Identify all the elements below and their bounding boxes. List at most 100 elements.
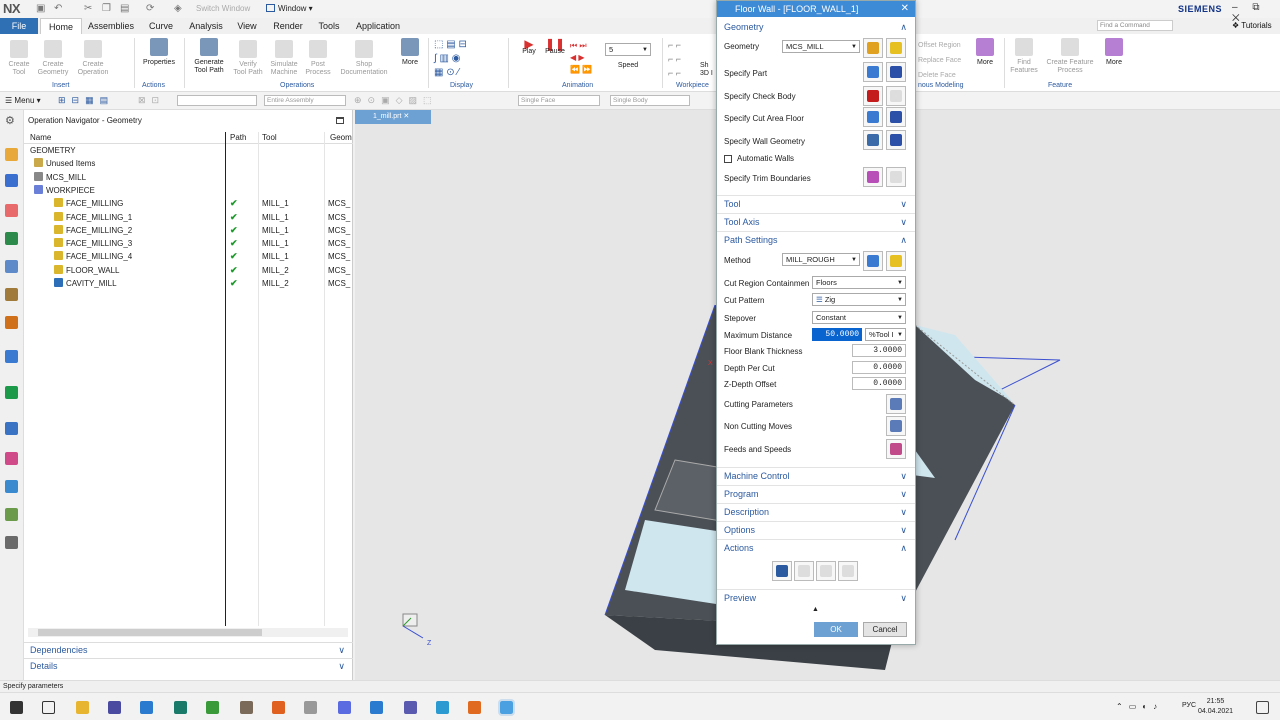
select-trim-button[interactable] (863, 167, 883, 187)
notifications-icon[interactable] (1256, 701, 1269, 714)
roles-icon[interactable] (5, 536, 18, 549)
scrollbar-thumb[interactable] (38, 629, 262, 636)
assembly-navigator-icon[interactable] (5, 174, 18, 187)
task-view-icon[interactable] (42, 701, 55, 714)
play-button[interactable]: ▶ Play (516, 38, 542, 56)
dialog-title-bar[interactable]: Floor Wall - [FLOOR_WALL_1] ✕ (717, 1, 915, 17)
horizontal-scrollbar[interactable] (28, 628, 348, 637)
feeds-speeds-button[interactable] (886, 439, 906, 459)
file-explorer-icon[interactable] (76, 701, 89, 714)
stepover-select[interactable]: Constant ▼ (812, 311, 906, 324)
app-icon[interactable] (108, 701, 121, 714)
tab-tools[interactable]: Tools (316, 18, 342, 34)
display-wall-button[interactable] (886, 130, 906, 150)
dependencies-panel[interactable]: Dependencies ∨ (24, 642, 353, 657)
tab-curve[interactable]: Curve (144, 18, 178, 34)
column-geometry[interactable]: Geom (330, 133, 352, 142)
delete-face[interactable]: Delete Face (918, 72, 956, 79)
tool-section-header[interactable]: Tool ∨ (717, 195, 915, 211)
tab-assemblies[interactable]: Assemblies (86, 18, 136, 34)
close-icon[interactable]: ✕ (403, 113, 409, 120)
hd3d-icon[interactable] (5, 350, 18, 363)
replace-face[interactable]: Replace Face (918, 57, 961, 64)
simulate-machine-button[interactable]: Simulate Machine (268, 40, 300, 77)
new-method-button[interactable] (863, 251, 883, 271)
display-floor-button[interactable] (886, 107, 906, 127)
app-icon[interactable] (174, 701, 187, 714)
collapse-icon[interactable]: ▲ (812, 606, 819, 613)
max-distance-input[interactable]: 50.0000 (812, 328, 862, 341)
part-file-tab[interactable]: 1_mill.prt ✕ (355, 110, 431, 124)
display-part-button[interactable] (886, 62, 906, 82)
tree-row[interactable]: Unused Items (24, 157, 353, 170)
display-tools[interactable]: ⬚ ▤ ⊟ ∫ ▥ ◉ ▦ ⊙ ⁄ (434, 38, 498, 78)
depth-per-cut-input[interactable]: 0.0000 (852, 361, 906, 374)
switch-window-button[interactable]: Switch Window (196, 4, 250, 13)
app-icon[interactable] (272, 701, 285, 714)
shop-documentation-button[interactable]: Shop Documentation (336, 40, 392, 77)
body-rule-select[interactable]: Single Body (610, 95, 690, 106)
save-icon[interactable]: ▣ (36, 3, 45, 14)
clock[interactable]: 21:55 04.04.2021 (1198, 697, 1233, 717)
type-filter-select[interactable] (177, 95, 257, 106)
display-trim-button[interactable] (886, 167, 906, 187)
machine-control-section-header[interactable]: Machine Control ∨ (717, 467, 915, 483)
telegram-icon[interactable] (436, 701, 449, 714)
operation-navigator-icon[interactable] (5, 232, 18, 245)
tree-row[interactable]: CAVITY_MILL ✔ MILL_2 MCS_ (24, 277, 353, 290)
app-icon[interactable] (206, 701, 219, 714)
preview-section-header[interactable]: Preview ∨ (717, 589, 915, 605)
automatic-walls-checkbox[interactable] (724, 155, 732, 163)
workpiece-tools[interactable]: ⌐ ⌐ ⌐ ⌐ ⌐ ⌐ (668, 38, 681, 80)
repeat-icon[interactable]: ⟳ (146, 3, 154, 14)
discord-icon[interactable] (338, 701, 351, 714)
tab-home[interactable]: Home (40, 18, 82, 34)
maximize-icon[interactable] (336, 117, 344, 124)
tab-view[interactable]: View (234, 18, 260, 34)
tab-file[interactable]: File (0, 18, 38, 34)
filter-icons[interactable]: ⊠⊡ (138, 95, 165, 106)
create-geometry-button[interactable]: Create Geometry (36, 40, 70, 77)
tree-row[interactable]: GEOMETRY (24, 144, 353, 157)
tool-axis-section-header[interactable]: Tool Axis ∨ (717, 213, 915, 229)
tab-render[interactable]: Render (270, 18, 306, 34)
list-button[interactable] (838, 561, 858, 581)
menu-button[interactable]: ☰ Menu ▾ (5, 96, 41, 105)
part-navigator-icon[interactable] (5, 148, 18, 161)
paste-icon[interactable]: ▤ (120, 3, 129, 14)
create-operation-button[interactable]: Create Operation (74, 40, 112, 77)
manufacturing-wizard-icon[interactable] (5, 508, 18, 521)
generate-button[interactable] (772, 561, 792, 581)
select-check-button[interactable] (863, 86, 883, 106)
process-studio-icon[interactable] (5, 480, 18, 493)
teams-icon[interactable] (404, 701, 417, 714)
generate-tool-path-button[interactable]: Generate Tool Path (190, 38, 228, 75)
tab-application[interactable]: Application (352, 18, 404, 34)
pause-button[interactable]: ❚❚ Pause (542, 38, 568, 56)
details-panel[interactable]: Details ∨ (24, 658, 353, 673)
non-cutting-button[interactable] (886, 416, 906, 436)
more-sync-button[interactable]: More (972, 38, 998, 67)
reuse-library-icon[interactable] (5, 316, 18, 329)
cut-pattern-select[interactable]: ☰ Zig ▼ (812, 293, 906, 306)
app-icon[interactable] (240, 701, 253, 714)
actions-section-header[interactable]: Actions ∧ (717, 539, 915, 555)
machining-feature-icon[interactable] (5, 288, 18, 301)
max-distance-unit-select[interactable]: %Tool I ▼ (865, 328, 906, 341)
cutting-parameters-button[interactable] (886, 394, 906, 414)
firefox-icon[interactable] (468, 701, 481, 714)
history-icon[interactable] (5, 422, 18, 435)
verify-tool-path-button[interactable]: Verify Tool Path (232, 40, 264, 77)
cancel-button[interactable]: Cancel (863, 622, 907, 637)
cut-icon[interactable]: ✂ (84, 3, 92, 14)
vscode-icon[interactable] (140, 701, 153, 714)
floor-blank-input[interactable]: 3.0000 (852, 344, 906, 357)
display-check-button[interactable] (886, 86, 906, 106)
edit-method-button[interactable] (886, 251, 906, 271)
cut-region-select[interactable]: Floors ▼ (812, 276, 906, 289)
close-icon[interactable]: ✕ (901, 1, 909, 17)
find-features-button[interactable]: Find Features (1008, 38, 1040, 75)
speed-select[interactable]: 5 ▼ (605, 43, 651, 56)
app-icon[interactable] (304, 701, 317, 714)
tree-row[interactable]: FACE_MILLING_1 ✔ MILL_1 MCS_ (24, 211, 353, 224)
